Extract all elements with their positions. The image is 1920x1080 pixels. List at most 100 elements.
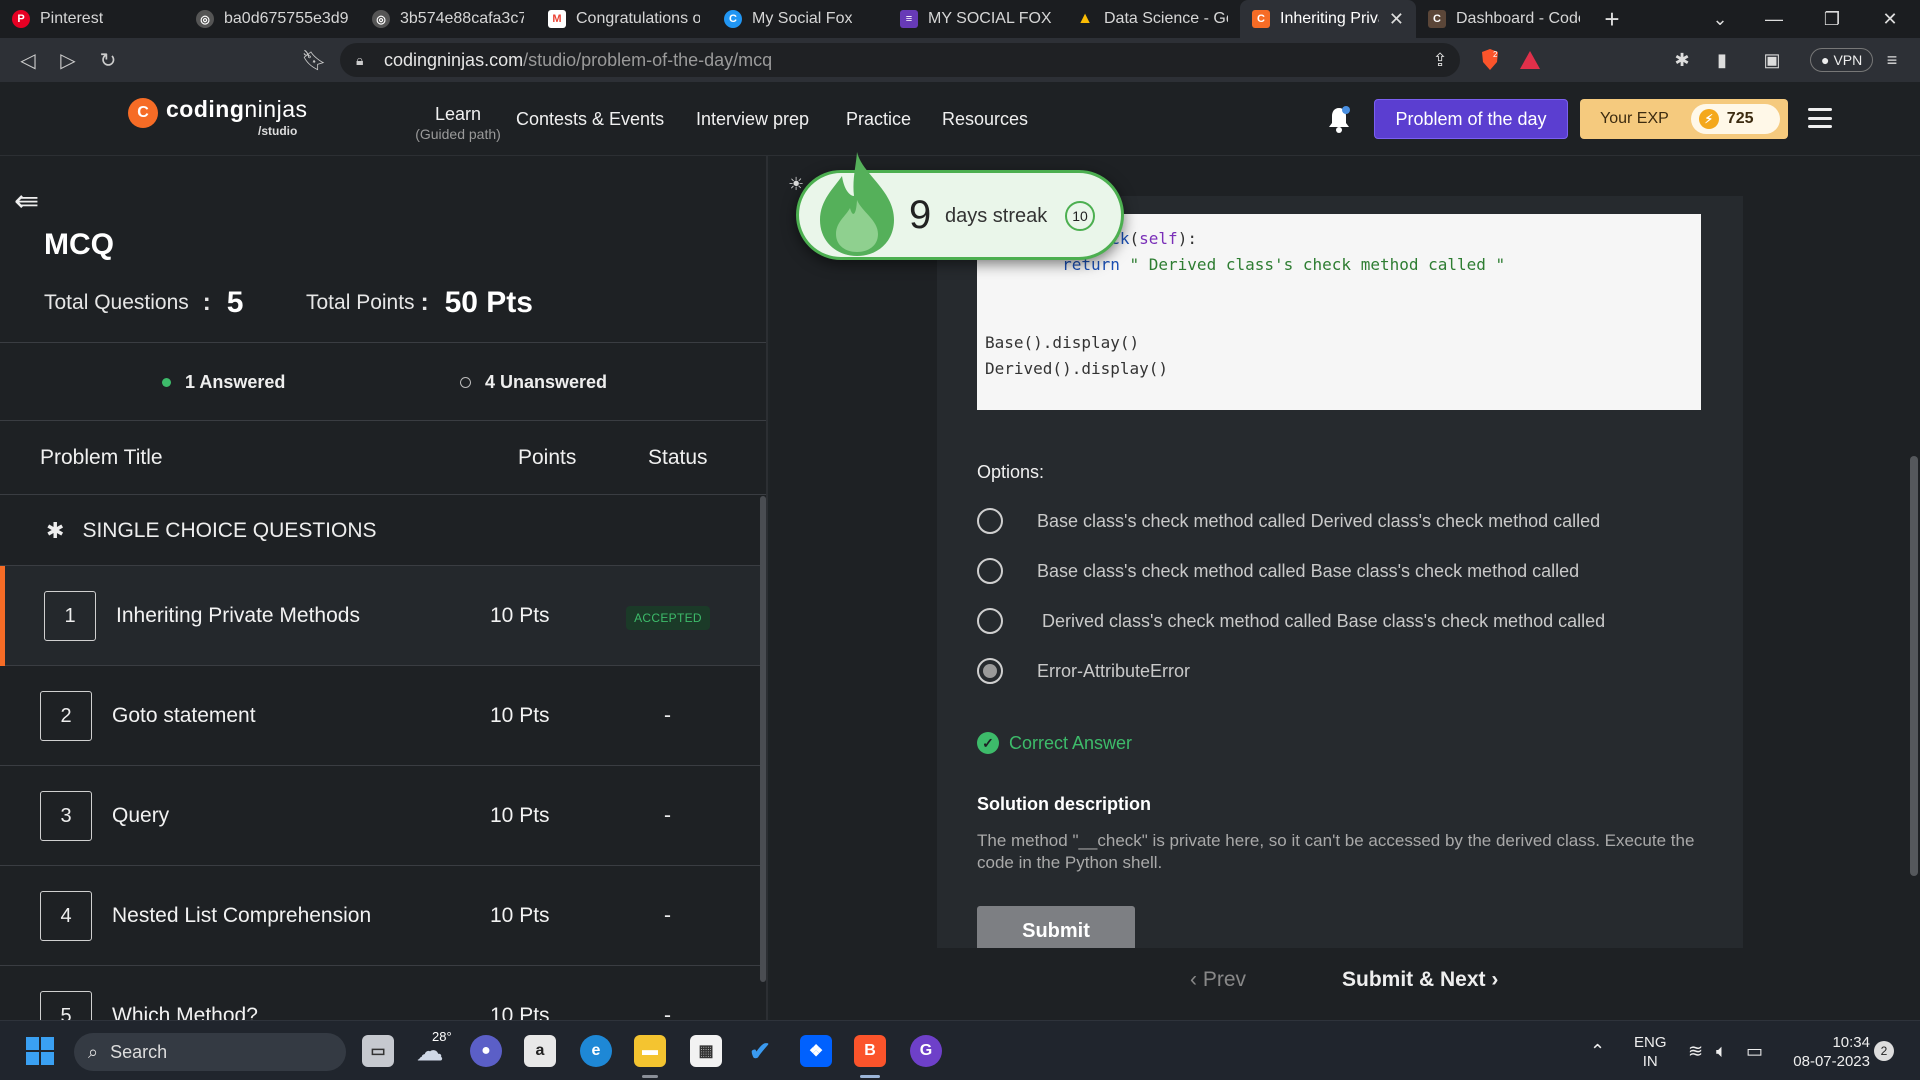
close-tab-icon[interactable]: ✕	[1389, 9, 1404, 30]
dropbox-icon[interactable]: ❖	[800, 1035, 832, 1067]
lightning-coin-icon: ⚡︎	[1698, 109, 1719, 129]
problem-row[interactable]: 2 Goto statement 10 Pts -	[0, 666, 760, 766]
codingninjas-icon: C	[1252, 10, 1270, 28]
address-bar-row: ◁ ▷ ↻ 🔖︎ 🔒︎ codingninjas.com/studio/prob…	[0, 38, 1920, 82]
bookmark-icon[interactable]: 🔖︎	[294, 38, 334, 82]
vpn-button[interactable]: ● VPN	[1810, 48, 1874, 72]
volume-muted-icon[interactable]: 🔈︎	[1716, 1021, 1727, 1080]
option-1[interactable]: Base class's check method called Derived…	[977, 508, 1600, 534]
minimize-icon[interactable]: —	[1746, 0, 1802, 38]
option-4[interactable]: Error-AttributeError	[977, 658, 1190, 684]
options-label: Options:	[977, 462, 1045, 482]
windows-start-icon[interactable]	[24, 1035, 56, 1067]
browser-tab[interactable]: P Pinterest	[0, 0, 184, 38]
browser-menu-icon[interactable]: ≡	[1880, 48, 1904, 72]
scrollbar[interactable]	[1910, 456, 1918, 876]
problem-points: 10 Pts	[490, 604, 550, 627]
pinterest-icon: P	[12, 10, 30, 28]
new-tab-button[interactable]: +	[1592, 0, 1632, 38]
nav-learn[interactable]: Learn (Guided path)	[388, 104, 528, 142]
notification-bell-icon[interactable]	[1326, 104, 1352, 134]
radio-button[interactable]	[977, 608, 1003, 634]
radio-button[interactable]	[977, 558, 1003, 584]
back-icon[interactable]: ◁	[8, 38, 48, 82]
scrollbar[interactable]	[760, 496, 766, 982]
url-field[interactable]: 🔒︎ codingninjas.com/studio/problem-of-th…	[340, 43, 1460, 77]
page-title: MCQ	[44, 228, 114, 261]
sidebar-icon[interactable]: ▮	[1710, 48, 1734, 72]
nav-resources[interactable]: Resources	[942, 82, 1028, 156]
language-indicator[interactable]: ENG IN	[1634, 1033, 1667, 1071]
problem-row[interactable]: 3 Query 10 Pts -	[0, 766, 760, 866]
problem-points: 10 Pts	[490, 1004, 550, 1020]
reload-icon[interactable]: ↻	[88, 38, 128, 82]
problem-row[interactable]: 5 Which Method? 10 Pts -	[0, 966, 760, 1020]
vpn-dot-icon: ●	[1821, 52, 1830, 68]
todo-icon[interactable]: ✔	[744, 1035, 776, 1067]
battery-icon[interactable]: ▭	[1746, 1021, 1763, 1080]
problem-row[interactable]: 1 Inheriting Private Methods 10 Pts ACCE…	[0, 566, 760, 666]
column-header-points: Points	[518, 446, 577, 469]
prev-button[interactable]: ‹ Prev	[1190, 968, 1246, 992]
clock[interactable]: 10:34 08-07-2023	[1786, 1033, 1870, 1071]
browser-tab-strip: P Pinterest ◎ ba0d675755e3d97f ◎ 3b574e8…	[0, 0, 1920, 38]
browser-tab-active[interactable]: C Inheriting Priva ✕	[1240, 0, 1416, 38]
amazon-icon[interactable]: a	[524, 1035, 556, 1067]
tray-chevron-icon[interactable]: ⌃	[1590, 1021, 1605, 1080]
chevron-right-icon: ›	[1491, 968, 1499, 991]
correct-answer-indicator: ✓ Correct Answer	[977, 732, 1132, 754]
streak-days: 9	[909, 193, 932, 237]
collapse-panel-icon[interactable]: ⇚	[14, 184, 39, 219]
edge-icon[interactable]: e	[580, 1035, 612, 1067]
share-icon[interactable]: ⇪	[1428, 48, 1452, 72]
store-icon[interactable]: ▦	[690, 1035, 722, 1067]
problem-title: Query	[112, 804, 170, 827]
brave-taskbar-icon[interactable]: B	[854, 1035, 886, 1067]
option-3[interactable]: Derived class's check method called Base…	[977, 608, 1605, 634]
extensions-icon[interactable]: ✱	[1670, 48, 1694, 72]
browser-tab[interactable]: ◎ 3b574e88cafa3c7a2	[360, 0, 536, 38]
column-header-title: Problem Title	[40, 446, 163, 469]
forward-icon[interactable]: ▷	[48, 38, 88, 82]
browser-tab[interactable]: ≡ MY SOCIAL FOX TA	[888, 0, 1064, 38]
option-2[interactable]: Base class's check method called Base cl…	[977, 558, 1579, 584]
github-desktop-icon[interactable]: G	[910, 1035, 942, 1067]
divider	[0, 494, 766, 495]
problem-title: Nested List Comprehension	[112, 904, 372, 927]
total-questions: Total Questions : 5	[44, 286, 244, 319]
total-points: Total Points : 50 Pts	[306, 286, 533, 319]
chat-icon[interactable]: ●	[470, 1035, 502, 1067]
file-explorer-icon[interactable]: ▬	[634, 1035, 666, 1067]
notification-count-badge[interactable]: 2	[1874, 1041, 1894, 1061]
browser-tab[interactable]: C Dashboard - CodeC	[1416, 0, 1592, 38]
problem-status: -	[664, 804, 671, 827]
taskbar-search-input[interactable]: ⌕ Search	[74, 1033, 346, 1071]
submit-next-button[interactable]: Submit & Next ›	[1342, 968, 1498, 992]
radio-button[interactable]	[977, 508, 1003, 534]
browser-tab[interactable]: C My Social Fox	[712, 0, 888, 38]
tab-search-chevron-icon[interactable]: ⌄	[1692, 0, 1748, 38]
browser-tab[interactable]: M Congratulations on	[536, 0, 712, 38]
restore-icon[interactable]: ❐	[1804, 0, 1860, 38]
submit-button[interactable]: Submit	[977, 906, 1135, 954]
nav-interview-prep[interactable]: Interview prep	[696, 82, 809, 156]
hamburger-menu-icon[interactable]	[1808, 108, 1832, 128]
close-window-icon[interactable]: ✕	[1862, 0, 1918, 38]
task-view-icon[interactable]: ▭	[362, 1035, 394, 1067]
browser-tab[interactable]: ◎ ba0d675755e3d97f	[184, 0, 360, 38]
browser-tab[interactable]: ▲ Data Science - Goo	[1064, 0, 1240, 38]
brave-shields-icon[interactable]: 2	[1478, 48, 1502, 72]
wifi-icon[interactable]: ≋	[1688, 1021, 1703, 1080]
exp-badge[interactable]: Your EXP ⚡︎ 725	[1580, 99, 1788, 139]
weather-temperature: 28°	[432, 1029, 452, 1044]
problem-row[interactable]: 4 Nested List Comprehension 10 Pts -	[0, 866, 760, 966]
brave-rewards-icon[interactable]	[1518, 48, 1542, 72]
codingninjas-logo-icon: C	[128, 98, 158, 128]
puzzle-icon: ✱	[46, 517, 65, 543]
nav-practice[interactable]: Practice	[846, 82, 911, 156]
nav-contests[interactable]: Contests & Events	[516, 82, 664, 156]
radio-button-selected[interactable]	[977, 658, 1003, 684]
problem-of-the-day-button[interactable]: Problem of the day	[1374, 99, 1568, 139]
unanswered-count: 4 Unanswered	[460, 372, 607, 393]
wallet-icon[interactable]: ▣	[1760, 48, 1784, 72]
